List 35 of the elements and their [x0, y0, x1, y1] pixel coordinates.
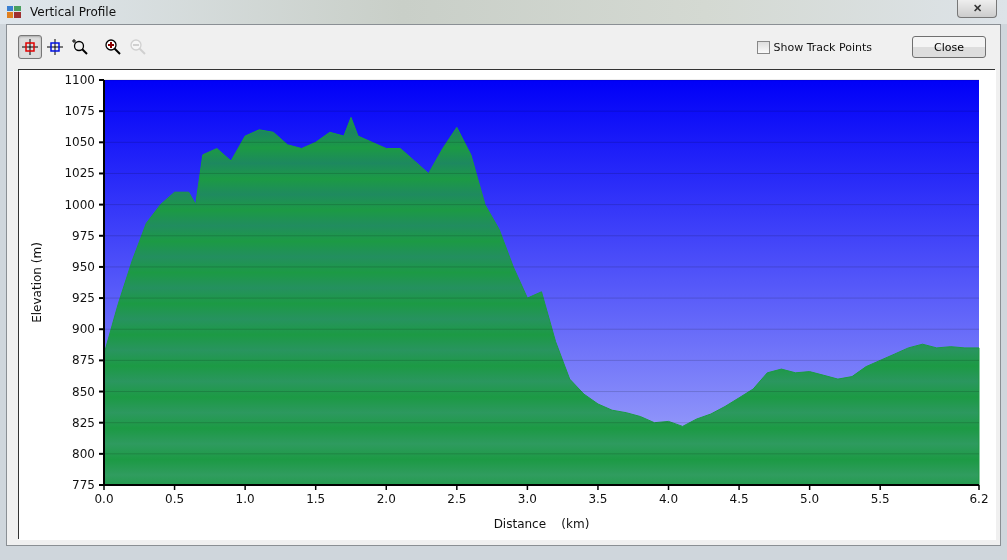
- y-tick-label: 925: [72, 291, 95, 306]
- x-tick-label: 4.0: [658, 492, 679, 506]
- x-tick-label: 0.5: [165, 492, 185, 506]
- y-tick-label: 1000: [64, 197, 95, 212]
- x-tick-label: 5.5: [870, 492, 890, 506]
- y-tick-label: 800: [72, 446, 95, 461]
- x-tick-label: 3.5: [588, 492, 608, 506]
- y-tick-label: 975: [72, 228, 95, 243]
- y-tick-label: 825: [72, 415, 95, 430]
- close-button[interactable]: ✕: [957, 0, 997, 18]
- y-tick-label: 950: [72, 259, 95, 274]
- x-tick-label: 1.0: [235, 492, 255, 506]
- y-tick-label: 1025: [64, 166, 95, 181]
- y-tick-label: 875: [72, 353, 95, 368]
- x-tick-label: 0.0: [94, 492, 114, 506]
- x-tick-label: 1.5: [306, 492, 326, 506]
- x-tick-label: 3.0: [517, 492, 537, 506]
- x-tick-label: 6.2: [969, 492, 989, 506]
- x-axis-title: Distance (km): [493, 517, 590, 531]
- crosshair-button[interactable]: [18, 35, 42, 59]
- y-tick-label: 1075: [64, 104, 95, 119]
- y-tick-label: 775: [72, 478, 95, 492]
- x-tick-label: 5.0: [800, 492, 820, 506]
- show-track-points-checkbox[interactable]: Show Track Points: [757, 40, 872, 54]
- x-tick-label: 2.5: [447, 492, 467, 506]
- close-button[interactable]: Close: [912, 36, 986, 58]
- y-tick-label: 1050: [64, 135, 95, 150]
- y-tick-label: 850: [72, 384, 95, 399]
- window-title: Vertical Profile: [30, 5, 118, 19]
- y-axis-title: Elevation (m): [30, 242, 44, 323]
- y-tick-label: 1100: [64, 73, 95, 87]
- x-tick-label: 2.0: [376, 492, 396, 506]
- x-tick-label: 4.5: [729, 492, 749, 506]
- app-icon: [6, 4, 22, 20]
- y-tick-label: 900: [72, 322, 95, 337]
